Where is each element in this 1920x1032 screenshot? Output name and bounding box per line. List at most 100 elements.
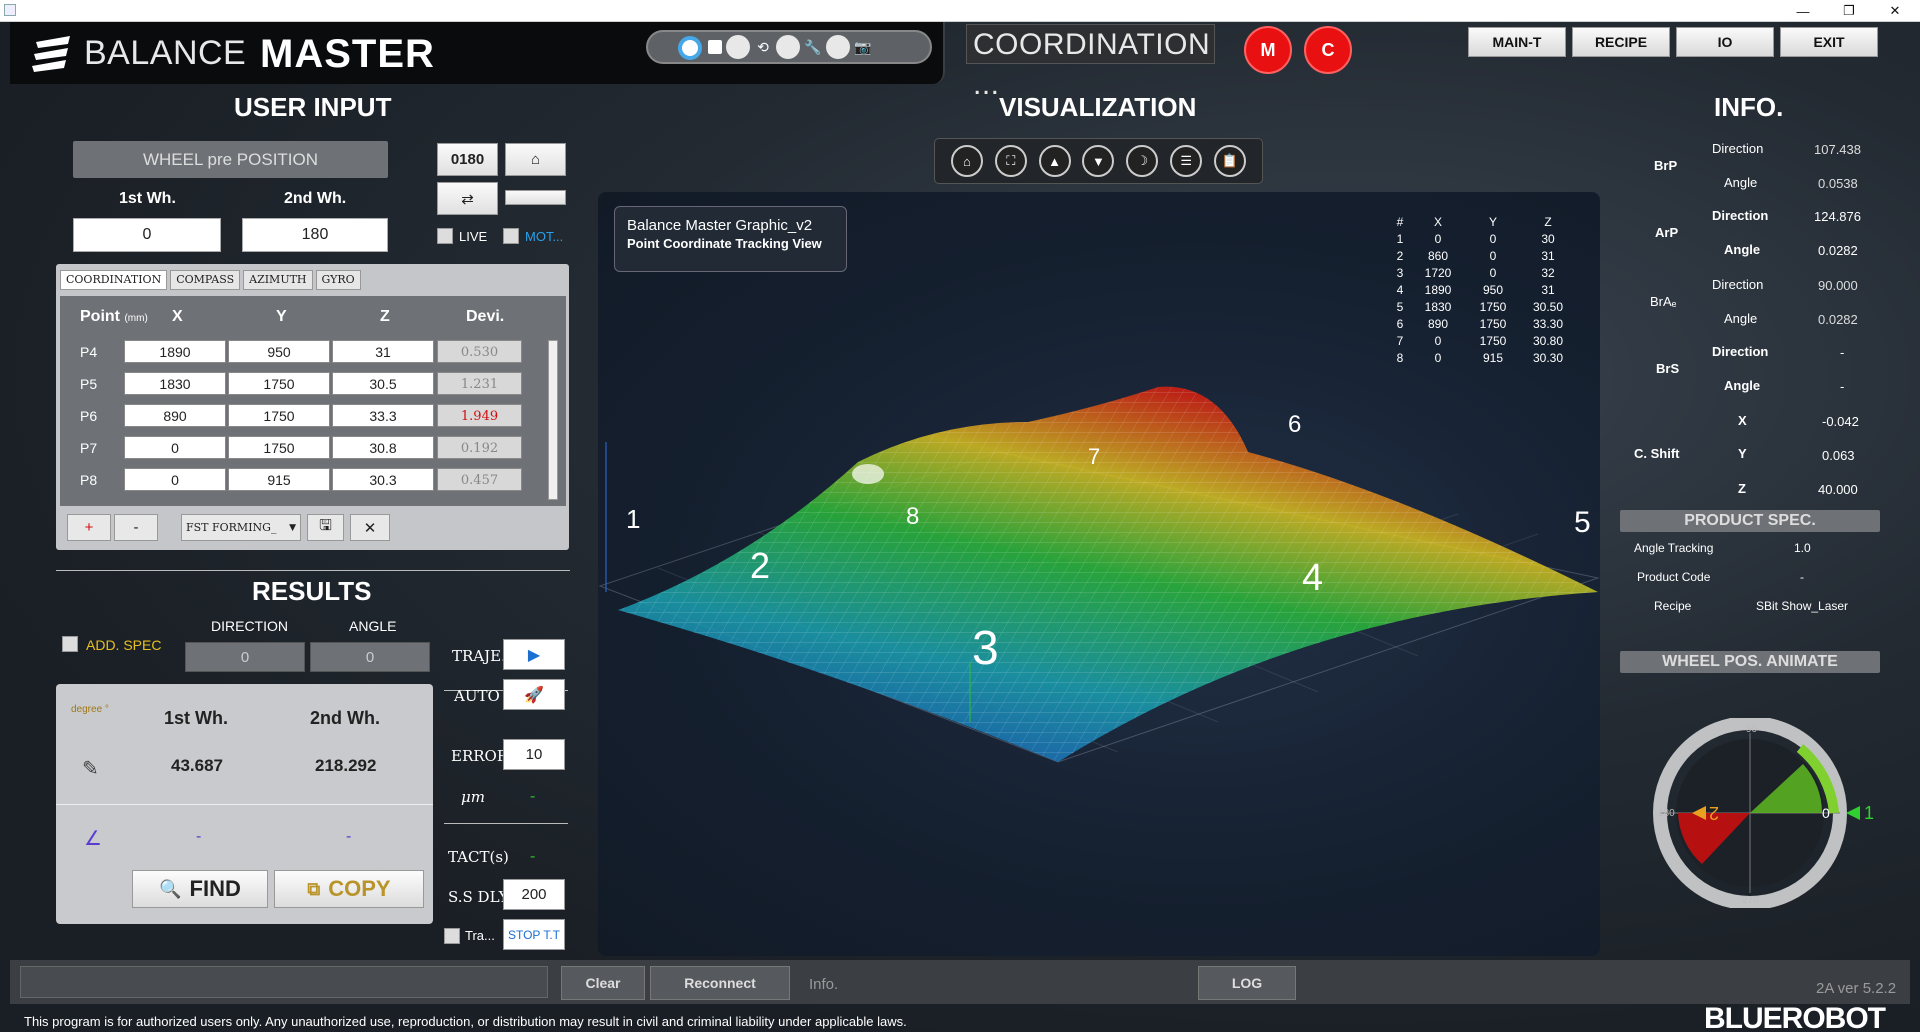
coord-col-num: # xyxy=(1396,215,1404,229)
table-cell-z[interactable]: 30.8 xyxy=(332,436,434,459)
coord-row: 1 0 0 30 xyxy=(1388,231,1574,248)
add-point-button[interactable]: + xyxy=(67,514,111,541)
table-row-point: P6 xyxy=(80,408,98,424)
table-cell-x[interactable]: 1890 xyxy=(124,340,226,363)
fit-view-icon[interactable]: ⛶ xyxy=(994,145,1027,177)
brp-angle-value: 0.0538 xyxy=(1818,176,1858,191)
point-label-8: 8 xyxy=(906,503,919,530)
play-button[interactable]: ▶ xyxy=(503,639,565,670)
tab-coordination[interactable]: COORDINATION xyxy=(60,270,168,290)
m-button[interactable]: M xyxy=(1244,26,1292,74)
home-view-icon[interactable]: ⌂ xyxy=(950,145,983,177)
arp-direction-value: 124.876 xyxy=(1814,209,1861,224)
live-checkbox[interactable] xyxy=(437,228,453,244)
nav-io[interactable]: IO xyxy=(1676,27,1774,57)
sync-button[interactable]: ⇄ xyxy=(437,182,498,215)
log-input-field[interactable] xyxy=(20,966,548,998)
save-button[interactable]: 🖫 xyxy=(307,514,344,541)
coord-col-y: Y xyxy=(1488,215,1497,229)
tab-compass[interactable]: COMPASS xyxy=(170,270,241,290)
add-spec-label: ADD. SPEC xyxy=(86,637,162,653)
nav-main-t[interactable]: MAIN-T xyxy=(1468,27,1566,57)
table-cell-z[interactable]: 31 xyxy=(332,340,434,363)
first-wheel-input[interactable]: 0 xyxy=(73,218,221,252)
table-cell-x[interactable]: 890 xyxy=(124,404,226,427)
delete-button[interactable]: ✕ xyxy=(350,514,390,541)
bra-angle-label: Angle xyxy=(1724,311,1758,326)
list-icon[interactable]: ☰ xyxy=(1170,145,1203,177)
coord-cell: 31 xyxy=(1541,249,1555,263)
table-cell-x[interactable]: 0 xyxy=(124,468,226,491)
table-cell-z[interactable]: 30.5 xyxy=(332,372,434,395)
clipboard-icon[interactable]: 📋 xyxy=(1213,145,1246,177)
table-cell-x[interactable]: 1830 xyxy=(124,372,226,395)
ssdly-label: S.S DLY xyxy=(448,888,509,906)
header-x: X xyxy=(172,308,183,325)
home-button[interactable]: ⌂ xyxy=(505,143,566,176)
record-icon[interactable] xyxy=(678,36,702,60)
nav-recipe[interactable]: RECIPE xyxy=(1572,27,1670,57)
moon-icon[interactable]: ☽ xyxy=(1126,145,1159,177)
brp-label: BrP xyxy=(1654,158,1678,173)
remove-point-button[interactable]: - xyxy=(114,514,158,541)
pencil-icon: ✎ xyxy=(82,758,99,780)
recipe-select[interactable]: FST FORMING_ ▼ xyxy=(181,514,301,541)
dial-label-270: 270 xyxy=(1742,895,1759,906)
wheel-position-dial: 90 180 0 270 2 1 xyxy=(1653,718,1874,908)
tra-checkbox[interactable] xyxy=(444,928,460,944)
table-cell-devi: 0.457 xyxy=(437,468,522,491)
coord-cell: 1750 xyxy=(1479,300,1507,314)
logo-text-balance: BALANCE xyxy=(84,34,247,72)
graphic-info-label: Balance Master Graphic_v2 Point Coordina… xyxy=(614,206,847,272)
cshift-z-value: 40.000 xyxy=(1818,482,1858,497)
down-arrow-icon[interactable]: ▼ xyxy=(1082,145,1115,177)
find-button[interactable]: 🔍 FIND xyxy=(132,870,268,908)
up-arrow-icon[interactable]: ▲ xyxy=(1038,145,1071,177)
error-input[interactable]: 10 xyxy=(503,739,565,770)
wrench-icon[interactable]: 🔧 xyxy=(804,39,822,56)
table-scrollbar[interactable] xyxy=(548,340,558,500)
coord-row: 5 1830 1750 30.50 xyxy=(1388,299,1574,316)
refresh-icon[interactable]: ⟲ xyxy=(754,39,772,56)
ssdly-input[interactable]: 200 xyxy=(503,879,565,910)
nav-exit[interactable]: EXIT xyxy=(1780,27,1878,57)
minimize-button[interactable]: — xyxy=(1780,0,1826,22)
blank-button[interactable] xyxy=(505,190,566,205)
c-button[interactable]: C xyxy=(1304,26,1352,74)
second-wheel-input[interactable]: 180 xyxy=(242,218,388,252)
coord-cell: 5 xyxy=(1396,300,1404,314)
tab-gyro[interactable]: GYRO xyxy=(315,270,361,290)
coord-cell: 1 xyxy=(1396,232,1404,246)
stop-icon[interactable] xyxy=(708,40,722,54)
recipe-label: Recipe xyxy=(1654,599,1692,613)
clear-button[interactable]: Clear xyxy=(561,966,645,1000)
stop-tt-button[interactable]: STOP T.T xyxy=(503,919,565,950)
camera-icon[interactable]: 📷 xyxy=(854,39,872,56)
table-cell-y[interactable]: 1750 xyxy=(228,372,330,395)
table-cell-z[interactable]: 30.3 xyxy=(332,468,434,491)
auto-button[interactable]: 🚀 xyxy=(503,679,565,710)
table-cell-x[interactable]: 0 xyxy=(124,436,226,459)
copy-button[interactable]: ⧉ COPY xyxy=(274,870,424,908)
table-cell-y[interactable]: 1750 xyxy=(228,404,330,427)
coord-row: 6 890 1750 33.30 xyxy=(1388,316,1574,333)
reconnect-button[interactable]: Reconnect xyxy=(650,966,790,1000)
table-cell-y[interactable]: 915 xyxy=(228,468,330,491)
tab-azimuth[interactable]: AZIMUTH xyxy=(243,270,313,290)
mot-checkbox[interactable] xyxy=(503,228,519,244)
user-input-title: USER INPUT xyxy=(234,92,392,122)
wheel-animate-header[interactable]: WHEEL POS. ANIMATE xyxy=(1620,651,1880,673)
table-cell-z[interactable]: 33.3 xyxy=(332,404,434,427)
table-cell-y[interactable]: 950 xyxy=(228,340,330,363)
point-label-4: 4 xyxy=(1302,557,1323,599)
close-icon: ✕ xyxy=(363,519,377,537)
restore-button[interactable]: ❐ xyxy=(1826,0,1872,22)
add-spec-checkbox[interactable] xyxy=(62,636,78,652)
table-cell-y[interactable]: 1750 xyxy=(228,436,330,459)
first-wheel-angle: - xyxy=(196,828,202,845)
wheel-pre-position-button[interactable]: WHEEL pre POSITION xyxy=(73,141,388,178)
log-button[interactable]: LOG xyxy=(1198,966,1296,1000)
close-window-button[interactable]: ✕ xyxy=(1872,0,1918,22)
coord-cell: 7 xyxy=(1396,334,1404,348)
coord-row: 3 1720 0 32 xyxy=(1388,265,1574,282)
